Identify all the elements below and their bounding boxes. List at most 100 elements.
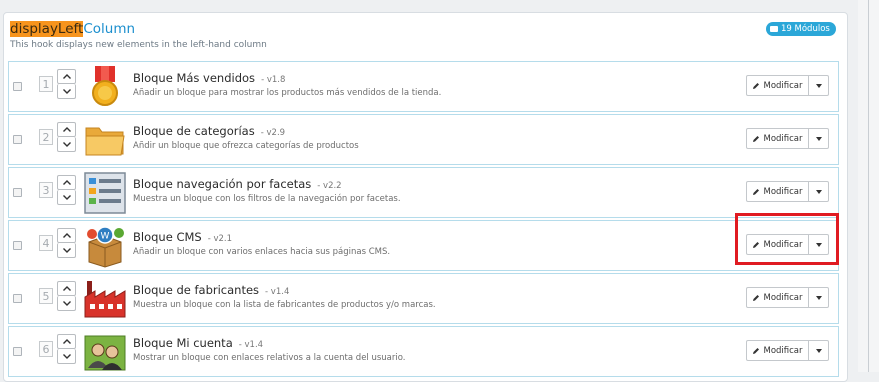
hook-title-highlight: displayLeft	[10, 21, 84, 37]
module-row: 1 Bloque Más vendidos - v1.8 Añadir un bl…	[8, 61, 839, 112]
module-row: 3 Bloque navegación por facetas - v2.2 Mu…	[8, 167, 839, 218]
caret-down-icon	[815, 189, 822, 194]
position-number: 3	[39, 182, 53, 198]
module-description: Añadir un bloque para mostrar los produc…	[133, 88, 442, 98]
caret-down-icon	[815, 348, 822, 353]
module-version: - v2.9	[260, 128, 286, 138]
chevron-down-icon	[62, 194, 71, 200]
hook-title-rest: Column	[83, 21, 136, 37]
hook-description: This hook displays new elements in the l…	[10, 40, 267, 50]
modify-label: Modificar	[763, 186, 803, 197]
move-up-button[interactable]	[57, 69, 76, 84]
row-checkbox[interactable]	[13, 135, 22, 144]
modify-button[interactable]: Modificar	[746, 340, 809, 361]
module-row: 2 Bloque de categorías - v2.9 Añdir un bl…	[8, 114, 839, 165]
position-number: 6	[39, 341, 53, 357]
module-list: 1 Bloque Más vendidos - v1.8 Añadir un bl…	[8, 61, 839, 379]
module-name-text: Bloque de fabricantes	[133, 283, 260, 297]
chevron-up-icon	[62, 233, 71, 238]
move-up-button[interactable]	[57, 281, 76, 296]
modify-button-group: Modificar	[746, 128, 829, 149]
hook-title: displayLeftColumn	[10, 20, 135, 38]
chevron-up-icon	[62, 74, 71, 79]
chevron-up-icon	[62, 286, 71, 291]
move-up-button[interactable]	[57, 334, 76, 349]
account-users-icon	[83, 330, 127, 374]
modify-button-group: Modificar	[746, 287, 829, 308]
modify-dropdown-toggle[interactable]	[809, 128, 829, 149]
pencil-icon	[753, 294, 760, 301]
module-version: - v2.1	[207, 234, 233, 244]
module-description: Mostrar un bloque con enlaces relativos …	[133, 353, 406, 363]
row-checkbox[interactable]	[13, 294, 22, 303]
modify-button-group: Modificar	[746, 75, 829, 96]
modify-label: Modificar	[763, 133, 803, 144]
modify-button-group: Modificar	[746, 340, 829, 361]
modify-dropdown-toggle[interactable]	[809, 181, 829, 202]
caret-down-icon	[815, 136, 822, 141]
module-name: Bloque Mi cuenta - v1.4	[133, 336, 263, 350]
move-down-button[interactable]	[57, 243, 76, 258]
position-number: 1	[39, 76, 53, 92]
factory-icon	[83, 277, 127, 321]
chevron-down-icon	[62, 300, 71, 306]
reorder-buttons	[57, 69, 76, 99]
move-down-button[interactable]	[57, 349, 76, 364]
svg-text:W: W	[101, 232, 110, 242]
module-name-text: Bloque navegación por facetas	[133, 177, 312, 191]
reorder-buttons	[57, 281, 76, 311]
row-checkbox[interactable]	[13, 82, 22, 91]
chevron-up-icon	[62, 339, 71, 344]
modify-button[interactable]: Modificar	[746, 75, 809, 96]
chevron-down-icon	[62, 247, 71, 253]
move-up-button[interactable]	[57, 122, 76, 137]
move-down-button[interactable]	[57, 190, 76, 205]
modify-button[interactable]: Modificar	[746, 181, 809, 202]
modify-dropdown-toggle[interactable]	[809, 340, 829, 361]
module-name-text: Bloque Más vendidos	[133, 71, 256, 85]
move-down-button[interactable]	[57, 137, 76, 152]
row-checkbox[interactable]	[13, 347, 22, 356]
chevron-up-icon	[62, 180, 71, 185]
module-name: Bloque navegación por facetas - v2.2	[133, 177, 342, 191]
move-down-button[interactable]	[57, 84, 76, 99]
move-up-button[interactable]	[57, 228, 76, 243]
caret-down-icon	[815, 83, 822, 88]
module-name: Bloque CMS - v2.1	[133, 230, 232, 244]
module-name: Bloque Más vendidos - v1.8	[133, 71, 285, 85]
row-checkbox[interactable]	[13, 188, 22, 197]
modify-button-group: Modificar	[746, 181, 829, 202]
modify-dropdown-toggle[interactable]	[809, 287, 829, 308]
cms-box-icon: W	[83, 224, 127, 268]
chevron-down-icon	[62, 141, 71, 147]
modify-button[interactable]: Modificar	[746, 128, 809, 149]
position-number: 5	[39, 288, 53, 304]
chevron-down-icon	[62, 88, 71, 94]
modify-label: Modificar	[763, 345, 803, 356]
module-row: 6 Bloque Mi cuenta - v1.4 Mostrar un bloq…	[8, 326, 839, 377]
module-count-icon	[770, 26, 778, 32]
module-name-text: Bloque CMS	[133, 230, 202, 244]
module-description: Añdir un bloque que ofrezca categorías d…	[133, 141, 359, 151]
reorder-buttons	[57, 122, 76, 152]
module-description: Añadir un bloque con varios enlaces haci…	[133, 247, 391, 257]
reorder-buttons	[57, 228, 76, 258]
modify-dropdown-toggle[interactable]	[809, 75, 829, 96]
module-name-text: Bloque Mi cuenta	[133, 336, 233, 350]
module-name: Bloque de categorías - v2.9	[133, 124, 285, 138]
move-up-button[interactable]	[57, 175, 76, 190]
scrollbar-divider	[868, 0, 869, 372]
folder-icon	[83, 118, 127, 162]
module-row: 5 Bloque de fabricantes - v1.4 Muestra un…	[8, 273, 839, 324]
row-checkbox[interactable]	[13, 241, 22, 250]
position-number: 2	[39, 129, 53, 145]
chevron-down-icon	[62, 353, 71, 359]
medal-icon	[83, 65, 127, 109]
module-count-badge: 19 Módulos	[766, 22, 836, 36]
move-down-button[interactable]	[57, 296, 76, 311]
module-name: Bloque de fabricantes - v1.4	[133, 283, 289, 297]
module-count-text: 19 Módulos	[781, 24, 830, 34]
module-description: Muestra un bloque con los filtros de la …	[133, 194, 401, 204]
reorder-buttons	[57, 175, 76, 205]
modify-button[interactable]: Modificar	[746, 287, 809, 308]
